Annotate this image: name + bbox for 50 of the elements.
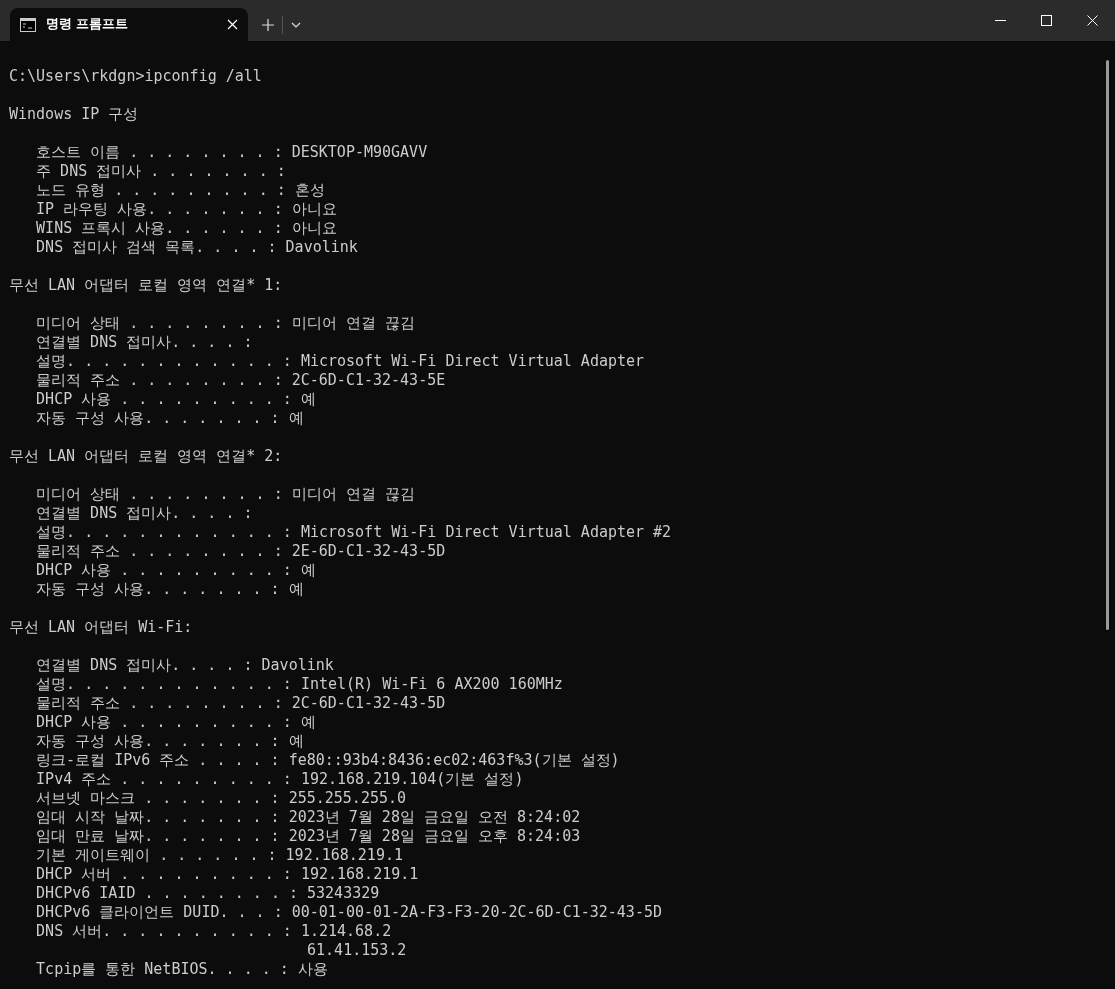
terminal-line: 연결별 DNS 접미사. . . . : bbox=[35, 333, 254, 352]
minimize-icon bbox=[994, 20, 1006, 21]
terminal-line: IP 라우팅 사용. . . . . . . : 아니요 bbox=[35, 200, 338, 219]
terminal-line: 자동 구성 사용. . . . . . . : 예 bbox=[35, 580, 305, 599]
terminal-tab[interactable]: 명령 프롬프트 bbox=[10, 8, 248, 41]
terminal-line: Windows IP 구성 bbox=[9, 105, 140, 124]
terminal-line: C:\Users\rkdgn>ipconfig /all bbox=[9, 67, 263, 86]
terminal-line: 노드 유형 . . . . . . . . . : 혼성 bbox=[35, 181, 326, 200]
terminal-line: 자동 구성 사용. . . . . . . : 예 bbox=[35, 409, 305, 428]
terminal-line: 링크-로컬 IPv6 주소 . . . . : fe80::93b4:8436:ec02:463f%3(기본 설정) bbox=[35, 751, 621, 770]
terminal-line: WINS 프록시 사용. . . . . . : 아니요 bbox=[35, 219, 338, 238]
close-icon[interactable] bbox=[227, 19, 238, 30]
terminal-line: DHCPv6 IAID . . . . . . . . : 53243329 bbox=[35, 884, 381, 903]
terminal-line: DHCP 서버 . . . . . . . . . : 192.168.219.1 bbox=[35, 865, 420, 884]
terminal-line: 임대 만료 날짜. . . . . . . : 2023년 7월 28일 금요일 오후 8:24:03 bbox=[35, 827, 582, 846]
terminal-line: 주 DNS 접미사 . . . . . . . : bbox=[35, 162, 287, 181]
terminal-line: 무선 LAN 어댑터 로컬 영역 연결* 1: bbox=[9, 276, 284, 295]
terminal-line: DHCP 사용 . . . . . . . . . : 예 bbox=[35, 561, 317, 580]
close-icon bbox=[1086, 15, 1098, 26]
terminal-line: 미디어 상태 . . . . . . . . : 미디어 연결 끊김 bbox=[35, 314, 416, 333]
plus-icon bbox=[262, 18, 274, 31]
terminal-line: 설명. . . . . . . . . . . . : Microsoft Wi-Fi Direct Virtual Adapter #2 bbox=[35, 523, 673, 542]
terminal-line: DHCP 사용 . . . . . . . . . : 예 bbox=[35, 390, 317, 409]
terminal-line: 호스트 이름 . . . . . . . . : DESKTOP-M90GAVV bbox=[35, 143, 429, 162]
terminal-line: DNS 서버. . . . . . . . . . : 1.214.68.2 bbox=[35, 922, 393, 941]
terminal-line: 연결별 DNS 접미사. . . . : Davolink bbox=[35, 656, 335, 675]
terminal-line: 무선 LAN 어댑터 Wi-Fi: bbox=[9, 618, 194, 637]
command-prompt-icon bbox=[20, 17, 36, 32]
terminal-line: IPv4 주소 . . . . . . . . . : 192.168.219.104(기본 설정) bbox=[35, 770, 525, 789]
chevron-down-icon bbox=[291, 21, 301, 28]
terminal-line: DHCPv6 클라이언트 DUID. . . : 00-01-00-01-2A-F3-F3-20-2C-6D-C1-32-43-5D bbox=[35, 903, 663, 922]
terminal-line: 미디어 상태 . . . . . . . . : 미디어 연결 끊김 bbox=[35, 485, 416, 504]
terminal-line: 임대 시작 날짜. . . . . . . : 2023년 7월 28일 금요일 오전 8:24:02 bbox=[35, 808, 582, 827]
terminal-line: DHCP 사용 . . . . . . . . . : 예 bbox=[35, 713, 317, 732]
terminal-line: 연결별 DNS 접미사. . . . : bbox=[35, 504, 254, 523]
terminal-line: 서브넷 마스크 . . . . . . . : 255.255.255.0 bbox=[35, 789, 408, 808]
terminal-line: 기본 게이트웨이 . . . . . . : 192.168.219.1 bbox=[35, 846, 404, 865]
terminal-line: DNS 접미사 검색 목록. . . . : Davolink bbox=[35, 238, 359, 257]
terminal-line: 물리적 주소 . . . . . . . . : 2C-6D-C1-32-43-5D bbox=[35, 694, 447, 713]
terminal-line: 자동 구성 사용. . . . . . . : 예 bbox=[35, 732, 305, 751]
terminal-line: 설명. . . . . . . . . . . . : Intel(R) Wi-Fi 6 AX200 160MHz bbox=[35, 675, 564, 694]
terminal-line: 물리적 주소 . . . . . . . . : 2E-6D-C1-32-43-5D bbox=[35, 542, 447, 561]
terminal-line: 물리적 주소 . . . . . . . . : 2C-6D-C1-32-43-5E bbox=[35, 371, 447, 390]
terminal-line: 61.41.153.2 bbox=[306, 941, 408, 960]
terminal-line: 무선 LAN 어댑터 로컬 영역 연결* 2: bbox=[9, 447, 284, 466]
tab-title: 명령 프롬프트 bbox=[46, 16, 130, 33]
scrollbar-thumb[interactable] bbox=[1106, 60, 1109, 630]
terminal-line: Tcpip를 통한 NetBIOS. . . . : 사용 bbox=[35, 960, 329, 979]
terminal-line: 설명. . . . . . . . . . . . : Microsoft Wi-Fi Direct Virtual Adapter bbox=[35, 352, 646, 371]
maximize-icon bbox=[1040, 15, 1052, 26]
